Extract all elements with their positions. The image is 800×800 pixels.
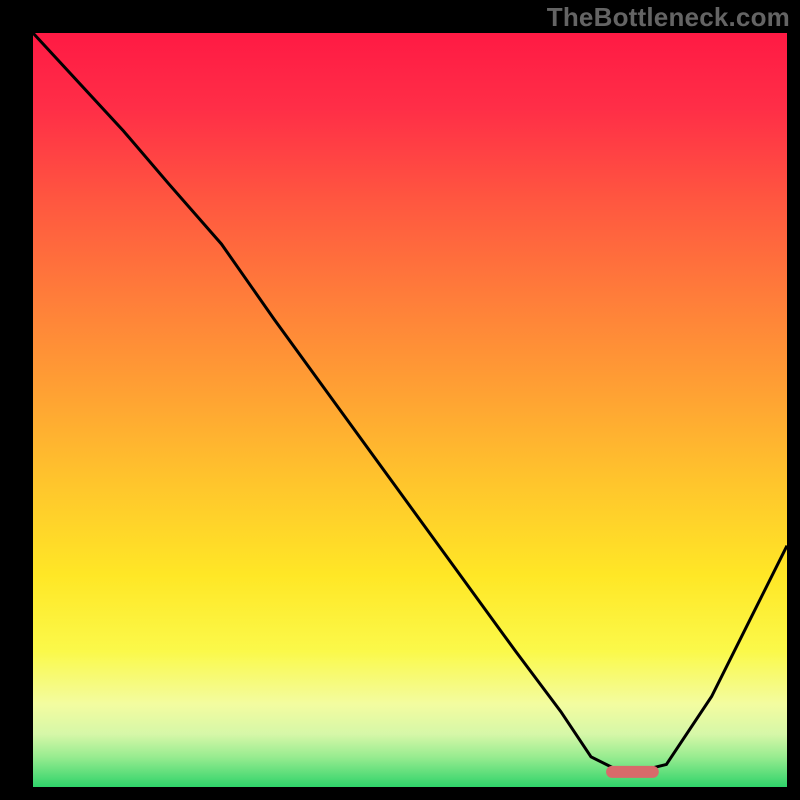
- plot-background: [33, 33, 787, 787]
- bottleneck-chart: [0, 0, 800, 800]
- chart-frame: TheBottleneck.com: [0, 0, 800, 800]
- optimal-range-marker: [606, 766, 659, 778]
